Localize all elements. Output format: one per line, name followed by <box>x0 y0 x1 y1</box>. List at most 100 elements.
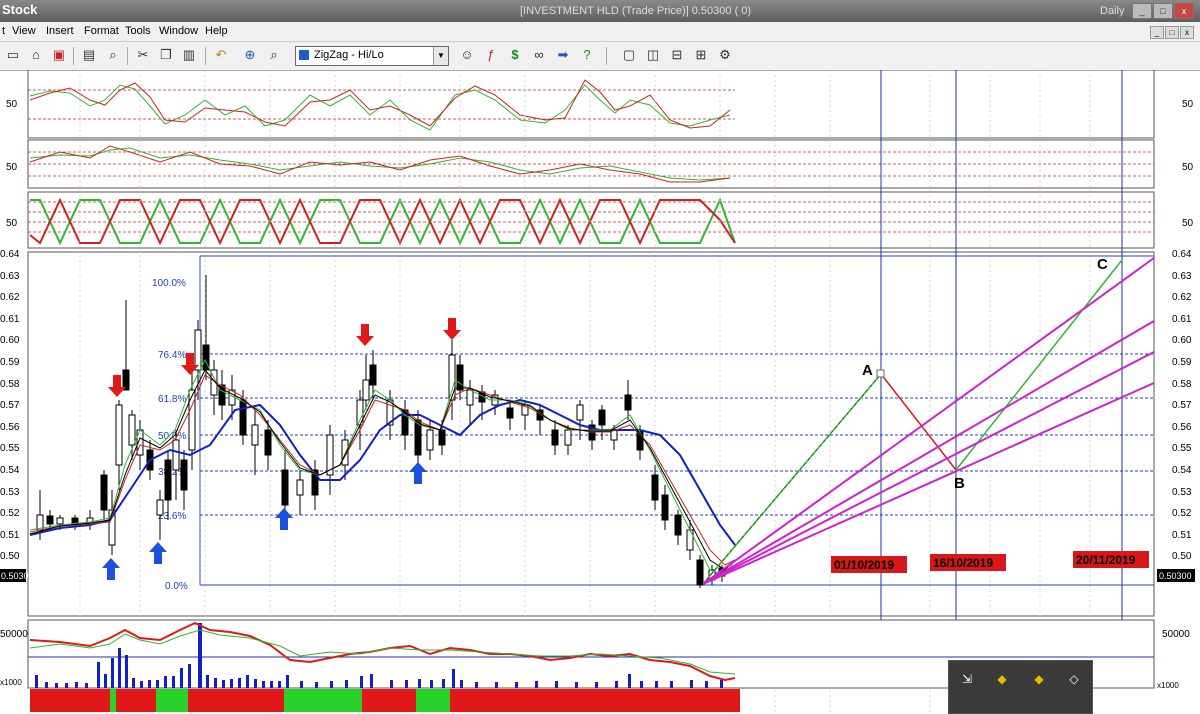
maximize-button[interactable]: □ <box>1153 3 1173 19</box>
window-icon[interactable]: ▢ <box>620 46 638 64</box>
toolbar-separator <box>606 47 607 65</box>
indicator-select[interactable]: ZigZag - Hi/Lo ▼ <box>295 46 449 66</box>
menu-file[interactable]: t <box>2 25 5 37</box>
tick-label: 0.54 <box>1172 465 1192 476</box>
osc2-left-label: 50 <box>6 162 18 173</box>
tick-label: 0.61 <box>0 314 20 325</box>
osc1-left-label: 50 <box>6 99 18 110</box>
tick-label: 0.64 <box>1172 249 1192 260</box>
tick-label: 0.50 <box>1172 551 1192 562</box>
help-icon[interactable]: ☺ <box>458 46 476 64</box>
menu-insert[interactable]: Insert <box>46 25 74 37</box>
tick-label: 0.60 <box>0 335 20 346</box>
close-button[interactable]: x <box>1174 3 1194 19</box>
oscillator-panel-1: 50 50 <box>6 70 1194 139</box>
tick-label: 0.56 <box>0 422 20 433</box>
volume-left-top: 50000 <box>0 629 28 640</box>
tick-label: 0.61 <box>1172 314 1192 325</box>
mdi-close-button[interactable]: x <box>1180 26 1194 39</box>
osc1-right-label: 50 <box>1182 99 1194 110</box>
menu-format[interactable]: Format <box>84 25 119 37</box>
point-b-label: B <box>954 475 965 492</box>
oscillator-panel-2: 50 50 <box>6 139 1194 189</box>
osc2-right-label: 50 <box>1182 162 1194 173</box>
tick-label: 0.60 <box>1172 335 1192 346</box>
tick-label: 0.54 <box>0 465 20 476</box>
tick-label: 0.55 <box>0 443 20 454</box>
tick-label: 0.56 <box>1172 422 1192 433</box>
fib-label-100: 100.0% <box>152 278 186 289</box>
tick-label: 0.57 <box>1172 400 1192 411</box>
print-icon[interactable]: ▤ <box>80 46 98 64</box>
toolbar-separator <box>205 47 206 65</box>
tick-label: 0.53 <box>0 487 20 498</box>
tick-label: 0.59 <box>1172 357 1192 368</box>
title-bar: Stock [INVESTMENT HLD (Trade Price)] 0.5… <box>0 0 1200 22</box>
price-axis-left: 0.64 0.63 0.62 0.61 0.60 0.59 0.58 0.57 … <box>0 249 20 584</box>
tick-label: 0.57 <box>0 400 20 411</box>
open-icon[interactable]: ⌂ <box>27 46 45 64</box>
osc3-right-label: 50 <box>1182 218 1194 229</box>
save-icon[interactable]: ▣ <box>50 46 68 64</box>
current-price-left: 0.50300 <box>1 571 34 581</box>
drawing-tool-icon[interactable]: ◆ <box>1031 671 1047 687</box>
tick-label: 0.58 <box>0 379 20 390</box>
dollar-icon[interactable]: $ <box>506 46 524 64</box>
tick-label: 0.51 <box>1172 530 1192 541</box>
tick-label: 0.51 <box>0 530 20 541</box>
formula-icon[interactable]: ƒ <box>482 46 500 64</box>
export-icon[interactable]: ⇲ <box>959 671 975 687</box>
settings-icon[interactable]: ⚙ <box>716 46 734 64</box>
volume-right-bottom: x1000 <box>1157 681 1179 690</box>
tick-label: 0.53 <box>1172 487 1192 498</box>
preview-icon[interactable]: ⌕ <box>104 46 122 64</box>
osc3-left-label: 50 <box>6 218 18 229</box>
new-icon[interactable]: ▭ <box>4 46 22 64</box>
cascade-icon[interactable]: ⊞ <box>692 46 710 64</box>
tile-h-icon[interactable]: ◫ <box>644 46 662 64</box>
volume-left-bottom: x1000 <box>0 678 22 687</box>
toolbar-separator <box>127 47 128 65</box>
chart-area[interactable]: 50 50 50 50 50 50 0.64 0.63 0.62 0.61 0.… <box>0 70 1200 712</box>
fib-label-76: 76.4% <box>158 350 186 361</box>
app-title: Stock <box>2 2 38 17</box>
paste-icon[interactable]: ▥ <box>180 46 198 64</box>
menu-view[interactable]: View <box>12 25 36 37</box>
tick-label: 0.59 <box>0 357 20 368</box>
drawing-tool-icon[interactable]: ◆ <box>994 671 1010 687</box>
arrow-icon[interactable]: ➡ <box>554 46 572 64</box>
indicator-icon <box>299 50 309 60</box>
tick-label: 0.63 <box>0 271 20 282</box>
menu-window[interactable]: Window <box>159 25 198 37</box>
indicator-select-value: ZigZag - Hi/Lo <box>314 49 384 61</box>
toolbar: ▭ ⌂ ▣ ▤ ⌕ ✂ ❐ ▥ ↶ ⊕ ⌕ ZigZag - Hi/Lo ▼ ☺… <box>0 42 1200 71</box>
menu-tools[interactable]: Tools <box>125 25 151 37</box>
copy-icon[interactable]: ❐ <box>157 46 175 64</box>
tick-label: 0.55 <box>1172 443 1192 454</box>
date-label-3: 20/11/2019 <box>1076 553 1136 567</box>
binoculars-icon[interactable]: ∞ <box>530 46 548 64</box>
tick-label: 0.63 <box>1172 271 1192 282</box>
mdi-minimize-button[interactable]: _ <box>1150 26 1164 39</box>
document-title: [INVESTMENT HLD (Trade Price)] 0.50300 (… <box>520 5 752 17</box>
period-label: Daily <box>1100 5 1125 17</box>
menu-help[interactable]: Help <box>205 25 228 37</box>
mdi-restore-button[interactable]: □ <box>1165 26 1179 39</box>
fib-label-61: 61.8% <box>158 394 186 405</box>
minimize-button[interactable]: _ <box>1132 3 1152 19</box>
current-price-right: 0.50300 <box>1159 571 1192 581</box>
diamond-icon[interactable]: ◇ <box>1066 671 1082 687</box>
chevron-down-icon[interactable]: ▼ <box>433 47 448 65</box>
volume-right-top: 50000 <box>1162 629 1190 640</box>
query-icon[interactable]: ? <box>578 46 596 64</box>
point-c-label: C <box>1097 256 1108 273</box>
tile-v-icon[interactable]: ⊟ <box>668 46 686 64</box>
cut-icon[interactable]: ✂ <box>134 46 152 64</box>
crosshair-icon[interactable]: ⊕ <box>241 46 259 64</box>
price-axis-right: 0.64 0.63 0.62 0.61 0.60 0.59 0.58 0.57 … <box>1172 249 1192 584</box>
tick-label: 0.64 <box>0 249 20 260</box>
date-label-2: 16/10/2019 <box>933 556 993 570</box>
oscillator-panel-3: 50 50 <box>6 191 1194 249</box>
undo-icon[interactable]: ↶ <box>212 46 230 64</box>
zoom-icon[interactable]: ⌕ <box>265 46 283 64</box>
